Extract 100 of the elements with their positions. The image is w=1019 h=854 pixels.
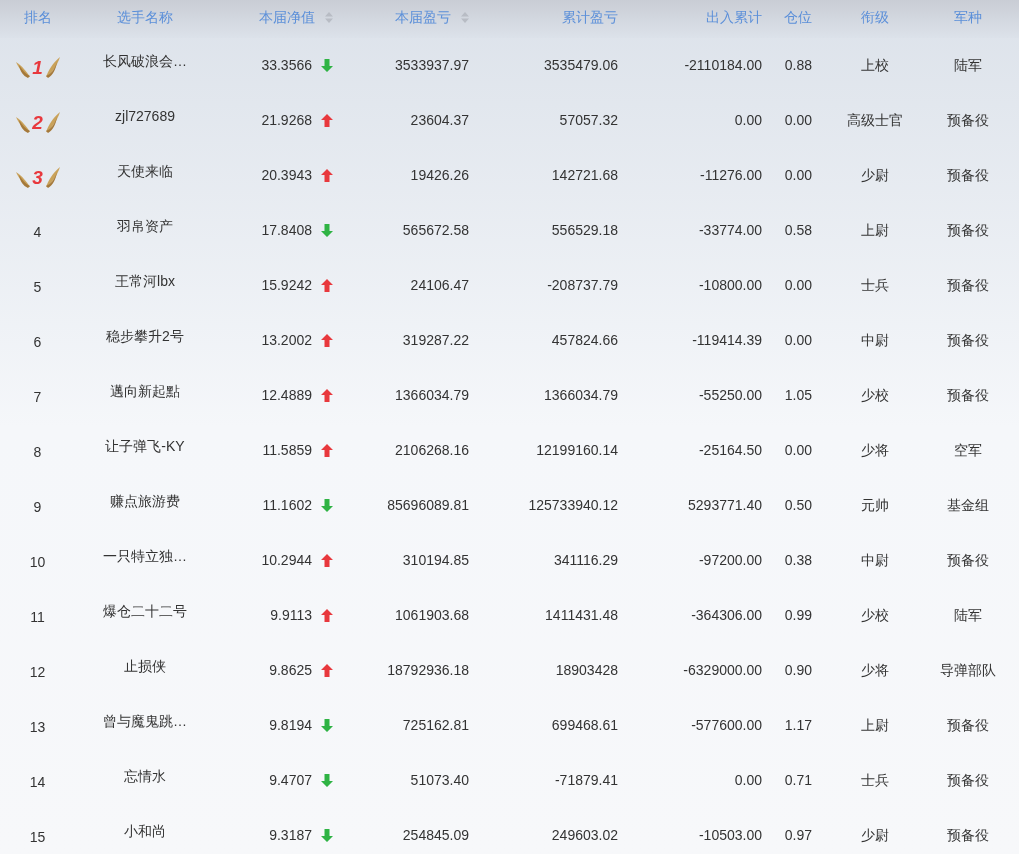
position-ratio: 0.71 xyxy=(784,771,812,790)
total-profit: 142721.68 xyxy=(551,166,618,185)
service-branch: 预备役 xyxy=(947,826,989,845)
rank-number: 13 xyxy=(29,717,46,737)
rank-number: 8 xyxy=(33,442,42,462)
player-name: 天使来临 xyxy=(117,161,173,181)
total-profit: -71879.41 xyxy=(554,771,618,790)
column-header: 军种 xyxy=(954,7,982,27)
period-profit: 18792936.18 xyxy=(387,661,469,680)
total-profit: 1366034.79 xyxy=(544,386,618,405)
period-profit: 23604.37 xyxy=(410,111,469,130)
rank-title: 士兵 xyxy=(861,771,889,790)
total-profit: -208737.79 xyxy=(547,276,618,295)
position-ratio: 0.00 xyxy=(784,331,812,350)
rank-title: 上尉 xyxy=(861,221,889,240)
net-value: 9.9113 xyxy=(270,606,312,625)
rank-title: 少将 xyxy=(861,441,889,460)
player-name: 小和尚 xyxy=(124,821,166,841)
net-value: 9.4707 xyxy=(269,771,312,790)
rank-number: 12 xyxy=(29,662,46,682)
net-flow: -6329000.00 xyxy=(683,661,762,680)
rank-number: 15 xyxy=(29,827,46,847)
position-ratio: 1.17 xyxy=(784,716,812,735)
position-ratio: 0.00 xyxy=(784,441,812,460)
rank-medal: 1 xyxy=(14,54,61,80)
service-branch: 空军 xyxy=(954,441,982,460)
net-flow: -33774.00 xyxy=(698,221,762,240)
player-name: 止损侠 xyxy=(124,656,166,676)
rank-title: 上校 xyxy=(861,56,889,75)
net-value: 9.8625 xyxy=(269,661,312,680)
player-name: 王常河lbx xyxy=(115,271,175,291)
player-name: 让子弹飞-KY xyxy=(105,436,185,456)
position-ratio: 0.99 xyxy=(784,606,812,625)
total-profit: 1411431.48 xyxy=(545,606,618,625)
rank-title: 少校 xyxy=(861,386,889,405)
net-value: 33.3566 xyxy=(261,56,312,75)
total-profit: 12199160.14 xyxy=(536,441,618,460)
period-profit: 2106268.16 xyxy=(395,441,469,460)
rank-number: 7 xyxy=(33,387,42,407)
service-branch: 预备役 xyxy=(947,221,989,240)
period-profit: 310194.85 xyxy=(402,551,469,570)
total-profit: 125733940.12 xyxy=(528,496,618,515)
player-name: 一只特立独… xyxy=(103,546,187,566)
rank-title: 高级士官 xyxy=(847,111,903,130)
net-value: 21.9268 xyxy=(261,111,312,130)
net-value: 11.1602 xyxy=(262,496,312,515)
period-profit: 565672.58 xyxy=(402,221,469,240)
position-ratio: 0.50 xyxy=(784,496,812,515)
period-profit: 1366034.79 xyxy=(395,386,469,405)
sort-icon[interactable] xyxy=(461,11,469,23)
net-flow: 0.00 xyxy=(734,111,762,130)
column-header: 仓位 xyxy=(784,7,812,27)
position-ratio: 0.90 xyxy=(784,661,812,680)
rank-title: 士兵 xyxy=(861,276,889,295)
service-branch: 预备役 xyxy=(947,166,989,185)
net-flow: -364306.00 xyxy=(691,606,762,625)
period-profit: 85696089.81 xyxy=(387,496,469,515)
service-branch: 基金组 xyxy=(947,496,989,515)
period-profit: 254845.09 xyxy=(402,826,469,845)
position-ratio: 0.97 xyxy=(784,826,812,845)
player-name: 曾与魔鬼跳… xyxy=(103,711,187,731)
net-flow: -2110184.00 xyxy=(684,56,762,75)
total-profit: 18903428 xyxy=(555,661,618,680)
rank-number: 9 xyxy=(33,497,42,517)
player-name: 稳步攀升2号 xyxy=(106,326,184,346)
player-name: 邁向新起點 xyxy=(110,381,180,401)
net-value: 20.3943 xyxy=(261,166,312,185)
rank-title: 少校 xyxy=(861,606,889,625)
total-profit: 57057.32 xyxy=(559,111,618,130)
period-profit: 725162.81 xyxy=(402,716,469,735)
rank-title: 少尉 xyxy=(861,166,889,185)
sort-icon[interactable] xyxy=(325,11,333,23)
service-branch: 预备役 xyxy=(947,551,989,570)
position-ratio: 0.00 xyxy=(784,276,812,295)
service-branch: 陆军 xyxy=(954,56,982,75)
rank-title: 少将 xyxy=(861,661,889,680)
net-value: 15.9242 xyxy=(261,276,312,295)
net-value: 17.8408 xyxy=(261,221,312,240)
net-flow: 5293771.40 xyxy=(688,496,762,515)
position-ratio: 0.00 xyxy=(784,111,812,130)
net-value: 9.3187 xyxy=(269,826,312,845)
column-header: 选手名称 xyxy=(117,7,173,27)
position-ratio: 1.05 xyxy=(784,386,812,405)
service-branch: 预备役 xyxy=(947,771,989,790)
net-flow: -10800.00 xyxy=(698,276,762,295)
total-profit: 457824.66 xyxy=(551,331,618,350)
net-value: 12.4889 xyxy=(261,386,312,405)
position-ratio: 0.38 xyxy=(784,551,812,570)
rank-medal: 3 xyxy=(14,164,61,190)
position-ratio: 0.88 xyxy=(784,56,812,75)
service-branch: 陆军 xyxy=(954,606,982,625)
column-header[interactable]: 本届净值 xyxy=(259,6,315,28)
total-profit: 249603.02 xyxy=(551,826,618,845)
rank-number: 5 xyxy=(33,277,42,297)
column-header: 出入累计 xyxy=(706,7,762,27)
period-profit: 51073.40 xyxy=(410,771,469,790)
rank-medal: 2 xyxy=(14,109,61,135)
player-name: 赚点旅游费 xyxy=(110,491,180,511)
player-name: 爆仓二十二号 xyxy=(103,601,187,621)
column-header[interactable]: 本届盈亏 xyxy=(395,6,451,28)
